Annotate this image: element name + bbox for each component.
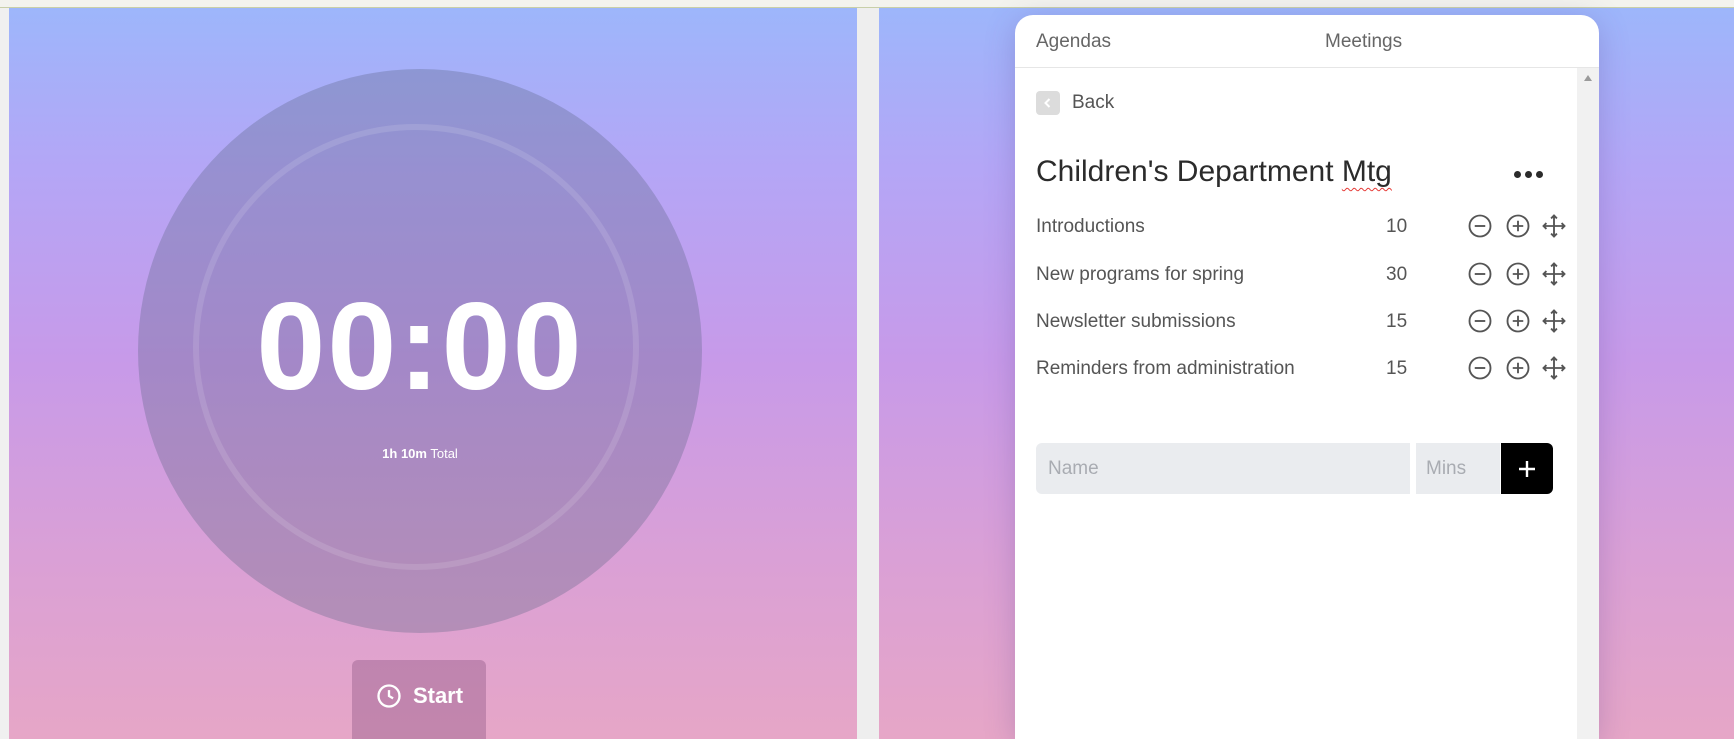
tab-bar: Agendas Meetings bbox=[1015, 15, 1599, 68]
timer-total-value: 1h 10m bbox=[382, 446, 427, 461]
clock-icon bbox=[377, 683, 401, 708]
minus-circle-icon[interactable] bbox=[1466, 212, 1494, 240]
pane-divider[interactable] bbox=[857, 8, 879, 739]
minus-circle-icon[interactable] bbox=[1466, 307, 1494, 335]
agenda-item-minutes: 30 bbox=[1386, 264, 1408, 285]
plus-circle-icon[interactable] bbox=[1504, 212, 1532, 240]
plus-circle-icon[interactable] bbox=[1504, 307, 1532, 335]
agenda-item-name: Newsletter submissions bbox=[1036, 311, 1236, 332]
start-button[interactable]: Start bbox=[352, 660, 486, 739]
back-label: Back bbox=[1072, 92, 1115, 113]
plus-circle-icon[interactable] bbox=[1504, 260, 1532, 288]
agenda-item-name: Reminders from administration bbox=[1036, 358, 1295, 379]
agenda-card: Agendas Meetings Back Children's Departm… bbox=[1015, 15, 1599, 739]
item-name-input[interactable] bbox=[1036, 443, 1410, 494]
scroll-up-icon[interactable] bbox=[1584, 75, 1592, 81]
plus-circle-icon[interactable] bbox=[1504, 354, 1532, 382]
agenda-item: New programs for spring 30 bbox=[1036, 258, 1566, 290]
timer-total-label: Total bbox=[430, 446, 458, 461]
tab-meetings[interactable]: Meetings bbox=[1325, 31, 1402, 53]
scrollbar[interactable] bbox=[1577, 68, 1599, 739]
agenda-item-minutes: 15 bbox=[1386, 311, 1408, 332]
agenda-title-main: Children's Department bbox=[1036, 155, 1342, 188]
plus-icon bbox=[1519, 460, 1535, 477]
add-item-button[interactable] bbox=[1501, 443, 1553, 494]
agenda-title[interactable]: Children's Department Mtg bbox=[1036, 155, 1392, 189]
minus-circle-icon[interactable] bbox=[1466, 260, 1494, 288]
window-top-edge bbox=[0, 0, 1734, 8]
agenda-item: Introductions 10 bbox=[1036, 210, 1566, 242]
back-button[interactable]: Back bbox=[1036, 91, 1114, 115]
item-mins-input[interactable] bbox=[1416, 443, 1500, 494]
start-button-label: Start bbox=[412, 682, 464, 708]
tab-agendas[interactable]: Agendas bbox=[1036, 31, 1111, 53]
agenda-item: Newsletter submissions 15 bbox=[1036, 305, 1566, 337]
agenda-item: Reminders from administration 15 bbox=[1036, 352, 1566, 384]
agenda-item-minutes: 15 bbox=[1386, 358, 1408, 379]
agenda-item-name: New programs for spring bbox=[1036, 264, 1245, 285]
chevron-left-icon bbox=[1036, 91, 1060, 115]
move-icon[interactable] bbox=[1540, 260, 1568, 288]
timer-display: 00:00 bbox=[256, 278, 584, 416]
move-icon[interactable] bbox=[1540, 212, 1568, 240]
more-horizontal-icon[interactable] bbox=[1514, 171, 1548, 179]
move-icon[interactable] bbox=[1540, 307, 1568, 335]
agenda-title-flagged-word: Mtg bbox=[1341, 155, 1392, 188]
minus-circle-icon[interactable] bbox=[1466, 354, 1494, 382]
agenda-item-name: Introductions bbox=[1036, 216, 1145, 237]
move-icon[interactable] bbox=[1540, 354, 1568, 382]
agenda-item-minutes: 10 bbox=[1386, 216, 1408, 237]
timer-total: 1h 10m Total bbox=[138, 446, 702, 461]
